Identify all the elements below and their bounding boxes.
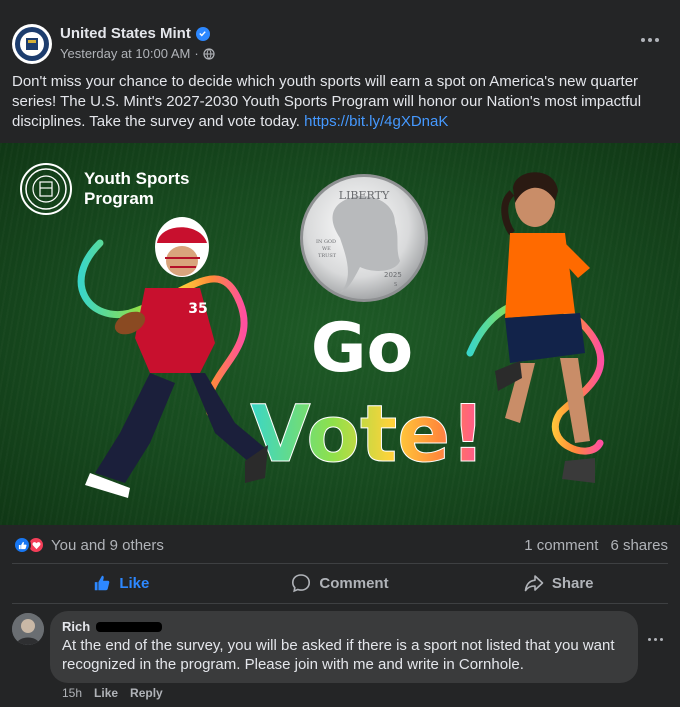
commenter-name-row: Rich: [62, 619, 626, 635]
svg-text:TRUST: TRUST: [318, 253, 337, 259]
comment-like-button[interactable]: Like: [94, 686, 118, 700]
thumbs-up-icon: [95, 575, 110, 591]
share-arrow-icon: [524, 575, 544, 592]
mint-seal-icon: [15, 27, 49, 61]
svg-text:35: 35: [188, 301, 207, 317]
like-label: Like: [119, 574, 150, 592]
reaction-summary[interactable]: You and 9 others: [13, 536, 164, 554]
reaction-count-text[interactable]: You and 9 others: [51, 537, 164, 554]
divider-bottom: [12, 603, 668, 604]
like-reaction-icon: [13, 536, 31, 554]
svg-text:IN GOD: IN GOD: [316, 239, 336, 245]
more-dots-icon: [641, 38, 645, 42]
commenter-avatar[interactable]: [12, 613, 44, 645]
post-link[interactable]: https://bit.ly/4gXDnaK: [304, 113, 448, 130]
comment-count[interactable]: 1 comment: [524, 537, 598, 554]
post-text: Don't miss your chance to decide which y…: [12, 72, 662, 132]
share-button[interactable]: Share: [449, 565, 668, 601]
more-dots-icon: [648, 638, 651, 641]
comment-button[interactable]: Comment: [231, 565, 450, 601]
comment-label: Comment: [319, 574, 389, 592]
user-avatar-icon: [12, 613, 44, 645]
svg-text:S: S: [394, 282, 397, 288]
page-name[interactable]: United States Mint: [60, 25, 191, 42]
comment-text: At the end of the survey, you will be as…: [62, 637, 615, 673]
page-avatar[interactable]: [12, 24, 52, 64]
girl-runner: [495, 172, 595, 483]
campaign-artwork: LIBERTY IN GOD WE TRUST 2025 S Go Vote! …: [77, 172, 605, 498]
post-meta: Yesterday at 10:00 AM ·: [60, 46, 215, 61]
share-label: Share: [551, 574, 594, 592]
meta-separator: ·: [194, 46, 199, 61]
post-card: United States Mint Yesterday at 10:00 AM…: [0, 0, 680, 707]
commenter-name[interactable]: Rich: [62, 619, 90, 635]
share-count[interactable]: 6 shares: [610, 537, 668, 554]
comment-reply-button[interactable]: Reply: [130, 686, 163, 700]
football-player: 35: [85, 217, 268, 498]
headline-vote: Vote!: [250, 390, 485, 480]
engagement-counts: 1 comment 6 shares: [524, 537, 668, 554]
comment-time[interactable]: 15h: [62, 686, 82, 700]
svg-text:WE: WE: [322, 246, 331, 252]
divider-top: [12, 563, 668, 564]
verified-badge-icon: [195, 26, 210, 41]
comment-options-button[interactable]: [648, 638, 663, 641]
quarter-coin: LIBERTY IN GOD WE TRUST 2025 S: [300, 174, 428, 302]
action-bar: Like Comment Share: [12, 565, 668, 601]
post-timestamp[interactable]: Yesterday at 10:00 AM: [60, 46, 190, 61]
globe-icon: [203, 47, 215, 60]
post-image[interactable]: Youth Sports Program LIBERTY IN GOD WE T…: [0, 143, 680, 525]
comment-actions: 15h Like Reply: [62, 686, 163, 700]
post-options-button[interactable]: [636, 30, 664, 50]
comment-bubble-icon: [292, 574, 311, 593]
comment-bubble: Rich At the end of the survey, you will …: [50, 611, 638, 683]
redaction-bar: [96, 622, 163, 632]
like-button[interactable]: Like: [12, 565, 231, 601]
svg-text:LIBERTY: LIBERTY: [339, 189, 390, 202]
page-name-link[interactable]: United States Mint: [60, 25, 210, 42]
svg-text:2025: 2025: [384, 271, 402, 279]
headline-go: Go: [311, 309, 414, 388]
